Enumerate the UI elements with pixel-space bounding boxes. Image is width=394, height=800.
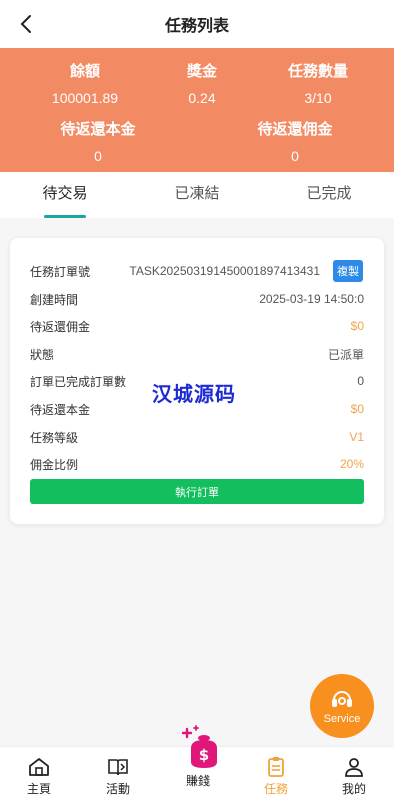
level-row: 任務等級 V1 (30, 427, 364, 447)
nav-home-label: 主頁 (26, 782, 51, 796)
order-no-value: TASK2025031914500018974134​31 (129, 264, 320, 278)
tab-pending[interactable]: 待交易 (15, 172, 115, 218)
headset-icon (332, 691, 352, 707)
execute-order-button[interactable]: 執行訂單 (30, 479, 364, 504)
copy-button[interactable]: 複製 (333, 260, 363, 282)
book-icon (106, 756, 130, 778)
status-label: 狀態 (30, 347, 55, 362)
pending-commission-row: 待返還佣金 $0 (30, 316, 364, 336)
nav-home[interactable]: 主頁 (9, 747, 69, 800)
page-title: 任務列表 (164, 18, 229, 35)
watermark-text: 汉城源码 (152, 384, 236, 406)
nav-activity-label: 活動 (105, 782, 130, 796)
stats-panel: 餘額 100001.89 獎金 0.24 任務數量 3/10 待返還本金 0 待… (0, 48, 394, 172)
tab-completed[interactable]: 已完成 (279, 172, 379, 218)
task-count-value: 3/10 (304, 90, 332, 106)
task-pending-principal-label: 待返還本金 (30, 402, 91, 417)
task-pending-commission-label: 待返還佣金 (30, 319, 91, 334)
completed-orders-value: 0 (357, 374, 364, 388)
clipboard-icon (264, 756, 288, 778)
level-value: V1 (349, 430, 364, 444)
status-row: 狀態 已派單 (30, 344, 364, 364)
pending-commission-label: 待返還佣金 (257, 121, 333, 138)
level-label: 任務等級 (30, 430, 79, 445)
created-row: 創建時間 2025-03-19 14:50:0 (30, 289, 364, 309)
commission-rate-value: 20% (339, 457, 364, 471)
task-pending-principal-value: $0 (350, 402, 364, 416)
pending-principal-label: 待返還本金 (60, 121, 136, 138)
created-value: 2025-03-19 14:50:0 (259, 292, 364, 306)
home-icon (27, 756, 51, 778)
nav-mine-label: 我的 (341, 782, 366, 796)
task-count-stat: 任務數量 3/10 (248, 60, 388, 106)
nav-task-label: 任務 (263, 782, 288, 796)
commission-rate-label: 佣金比例 (30, 457, 79, 472)
nav-activity[interactable]: 活動 (88, 747, 148, 800)
active-tab-indicator (44, 215, 86, 218)
pending-commission-stat: 待返還佣金 0 (225, 118, 365, 164)
commission-rate-row: 佣金比例 20% (30, 454, 364, 474)
nav-mine[interactable]: 我的 (324, 747, 384, 800)
status-value: 已派單 (327, 347, 364, 362)
top-bar: 任務列表 (0, 0, 394, 48)
money-bag-icon: $ (181, 725, 217, 768)
tab-bar: 待交易 已凍結 已完成 (0, 172, 394, 218)
pending-principal-value: 0 (94, 148, 102, 164)
user-icon (342, 756, 366, 778)
nav-earn[interactable]: $ 賺錢 (168, 724, 228, 800)
created-label: 創建時間 (30, 292, 79, 307)
nav-earn-label: 賺錢 (185, 774, 210, 788)
nav-task[interactable]: 任務 (246, 747, 306, 800)
svg-text:$: $ (199, 746, 209, 764)
task-pending-commission-value: $0 (350, 319, 364, 333)
back-button[interactable] (14, 12, 38, 36)
task-count-label: 任務數量 (287, 63, 348, 80)
customer-service-button[interactable]: Service (310, 674, 374, 738)
chevron-left-icon (20, 15, 31, 33)
pending-principal-stat: 待返還本金 0 (28, 118, 168, 164)
service-label: Service (323, 713, 361, 725)
order-no-label: 任務訂單號 (30, 264, 91, 279)
order-no-row: 任務訂單號 TASK2025031914500018974134​31 (30, 261, 320, 281)
tab-frozen[interactable]: 已凍結 (147, 172, 247, 218)
pending-commission-value: 0 (291, 148, 299, 164)
completed-orders-label: 訂單已完成訂單數 (30, 374, 127, 389)
